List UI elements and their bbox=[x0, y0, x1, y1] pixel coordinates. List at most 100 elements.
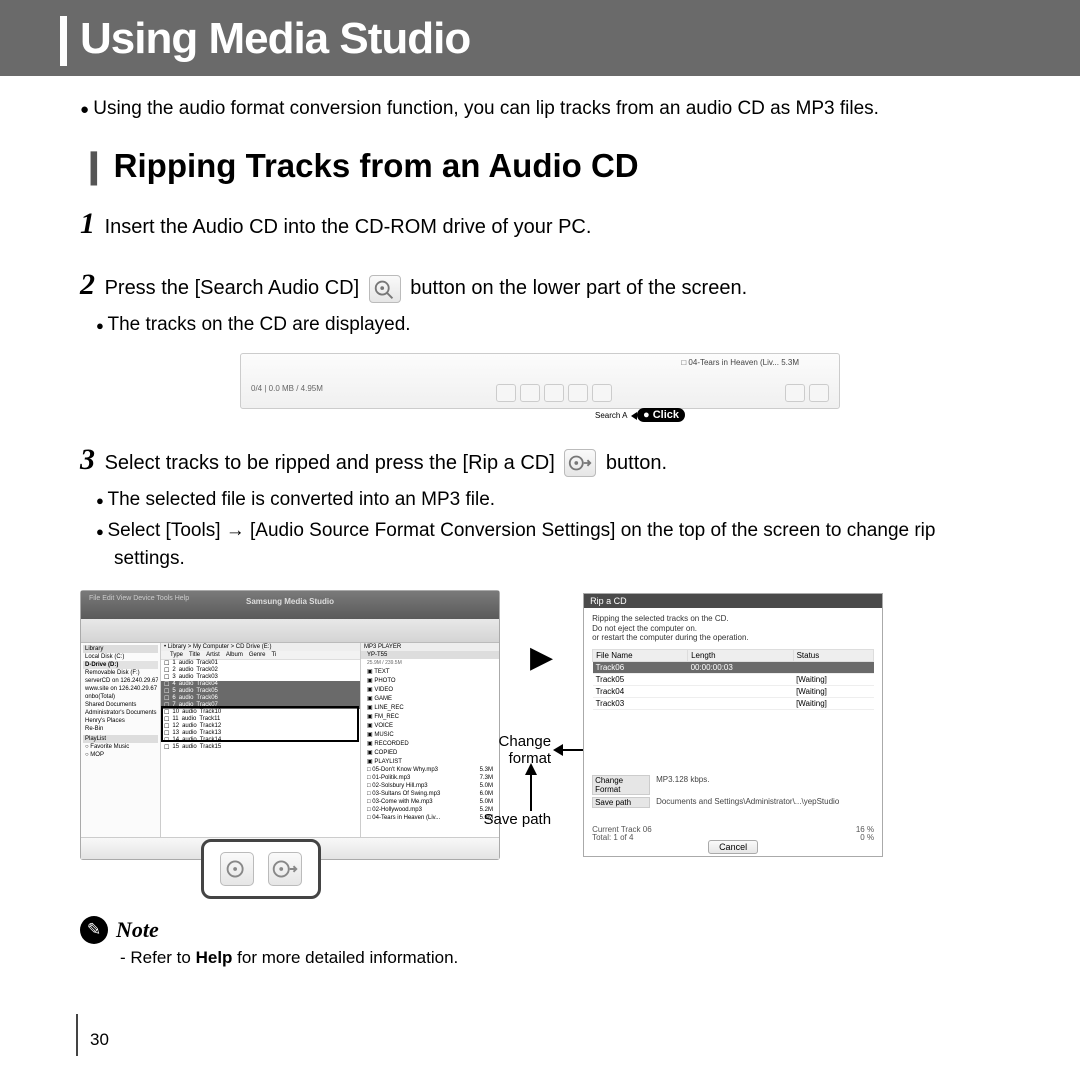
header-accent-bar bbox=[60, 16, 67, 66]
media-studio-screenshot: File Edit View Device Tools Help Samsung… bbox=[80, 590, 500, 860]
sidebar-playlist-header: PlayList bbox=[83, 735, 158, 743]
step-3-post: button. bbox=[606, 452, 667, 474]
search-audio-label: Search A bbox=[595, 411, 627, 420]
app-sidebar: Library Local Disk (C:)D-Drive (D:)Remov… bbox=[81, 643, 161, 837]
device-folder: ▣ LINE_REC bbox=[361, 703, 499, 712]
save-path-arrow-icon bbox=[519, 763, 543, 813]
device-folder: ▣ PHOTO bbox=[361, 676, 499, 685]
save-path-value: Documents and Settings\Administrator\...… bbox=[656, 797, 839, 808]
step-3-pre: Select tracks to be ripped and press the… bbox=[105, 452, 555, 474]
dialog-message: Ripping the selected tracks on the CD. D… bbox=[584, 608, 882, 645]
toolbar-left-info: 0/4 | 0.0 MB / 4.95M bbox=[251, 384, 323, 402]
section-pipe-icon: ❙ bbox=[80, 147, 108, 184]
toolbar-file-name: □ 04-Tears in Heaven (Liv... 5.3M bbox=[681, 358, 799, 367]
save-path-label: Save path bbox=[471, 811, 551, 828]
rip-row: Track03[Waiting] bbox=[593, 697, 874, 709]
chapter-header: Using Media Studio bbox=[0, 0, 1080, 76]
track-row: ☐6audioTrack06 bbox=[161, 695, 360, 702]
intro-bullet: Using the audio format conversion functi… bbox=[92, 98, 1000, 120]
device-capacity: 25.9M / 239.5M bbox=[361, 659, 499, 667]
change-format-button-label: Change Format bbox=[592, 775, 650, 795]
flow-arrow-icon: ▶ bbox=[530, 640, 553, 675]
track-row: ☐7audioTrack07 bbox=[161, 702, 360, 709]
sidebar-item: Administrator's Documents bbox=[83, 709, 158, 717]
track-row: ☐13audioTrack13 bbox=[161, 730, 360, 737]
device-folder: ▣ TEXT bbox=[361, 667, 499, 676]
change-format-value: MP3.128 kbps. bbox=[656, 775, 709, 795]
sidebar-library-header: Library bbox=[83, 645, 158, 653]
cancel-row: Cancel bbox=[584, 842, 882, 852]
toolbar-center-buttons bbox=[496, 384, 612, 402]
save-path-button-label: Save path bbox=[592, 797, 650, 808]
device-file: □ 05-Don't Know Why.mp35.3M bbox=[361, 766, 499, 774]
step-number-2: 2 bbox=[80, 268, 95, 301]
rip-options: Change Format MP3.128 kbps. Save path Do… bbox=[592, 775, 874, 810]
note-heading: ✎ Note bbox=[80, 916, 1000, 944]
app-brand: Samsung Media Studio bbox=[246, 597, 334, 606]
figures-row: File Edit View Device Tools Help Samsung… bbox=[80, 590, 1000, 860]
note-pencil-icon: ✎ bbox=[80, 916, 108, 944]
zoom-callout bbox=[201, 839, 321, 899]
step-3-bullet-1: The selected file is converted into an M… bbox=[114, 486, 1000, 514]
toolbar-right-buttons bbox=[785, 384, 829, 402]
step-2: 2 Press the [Search Audio CD] button on … bbox=[80, 262, 1000, 307]
section-heading: ❙Ripping Tracks from an Audio CD bbox=[80, 146, 1000, 185]
mini-button bbox=[592, 384, 612, 402]
rip-row: Track04[Waiting] bbox=[593, 685, 874, 697]
section-title-text: Ripping Tracks from an Audio CD bbox=[114, 147, 639, 184]
track-row: ☐10audioTrack10 bbox=[161, 709, 360, 716]
track-row: ☐1audioTrack01 bbox=[161, 660, 360, 667]
track-list-pane: • Library > My Computer > CD Drive (E:) … bbox=[161, 643, 361, 837]
track-row: ☐5audioTrack05 bbox=[161, 688, 360, 695]
rip-row: Track05[Waiting] bbox=[593, 673, 874, 685]
sidebar-item: Local Disk (C:) bbox=[83, 653, 158, 661]
search-cd-button-zoom bbox=[220, 852, 254, 886]
step-2-bullet: The tracks on the CD are displayed. bbox=[114, 311, 1000, 339]
sidebar-item: Re-Bin bbox=[83, 725, 158, 733]
step-3: 3 Select tracks to be ripped and press t… bbox=[80, 437, 1000, 482]
breadcrumb: • Library > My Computer > CD Drive (E:) bbox=[161, 643, 360, 651]
note-label: Note bbox=[116, 917, 159, 943]
mini-button bbox=[496, 384, 516, 402]
cancel-button[interactable]: Cancel bbox=[708, 840, 758, 854]
device-info: YP-T55 bbox=[361, 651, 499, 659]
step-1: 1 Insert the Audio CD into the CD-ROM dr… bbox=[80, 201, 1000, 246]
rip-row: Track0600:00:00:03 bbox=[593, 661, 874, 673]
sidebar-item: www.site on 126.240.29.67 (Z:) bbox=[83, 685, 158, 693]
step-number-1: 1 bbox=[80, 207, 95, 240]
device-folder: ▣ GAME bbox=[361, 694, 499, 703]
sidebar-item: Removable Disk (F:) bbox=[83, 669, 158, 677]
sidebar-item: onbo(Total) bbox=[83, 693, 158, 701]
track-table-header: TypeTitleArtistAlbumGenreTi bbox=[161, 651, 360, 660]
device-folder: ▣ VOICE bbox=[361, 721, 499, 730]
step-number-3: 3 bbox=[80, 443, 95, 476]
sidebar-item: Henry's Places bbox=[83, 717, 158, 725]
mini-button bbox=[520, 384, 540, 402]
rip-cd-icon bbox=[564, 449, 596, 477]
dialog-title: Rip a CD bbox=[584, 594, 882, 608]
page-number: 30 bbox=[90, 1030, 109, 1050]
track-row: ☐2audioTrack02 bbox=[161, 667, 360, 674]
track-row: ☐14audioTrack14 bbox=[161, 737, 360, 744]
mini-button bbox=[785, 384, 805, 402]
device-file: □ 03-Sultans Of Swing.mp36.0M bbox=[361, 790, 499, 798]
track-row: ☐11audioTrack11 bbox=[161, 716, 360, 723]
step-1-text: Insert the Audio CD into the CD-ROM driv… bbox=[105, 216, 592, 238]
step-2-post: button on the lower part of the screen. bbox=[410, 277, 747, 299]
page-content: Using the audio format conversion functi… bbox=[0, 76, 1080, 968]
track-row: ☐12audioTrack12 bbox=[161, 723, 360, 730]
device-file: □ 03-Come with Me.mp35.0M bbox=[361, 798, 499, 806]
track-row: ☐4audioTrack04 bbox=[161, 681, 360, 688]
rip-dialog-screenshot: Rip a CD Ripping the selected tracks on … bbox=[583, 593, 883, 857]
mini-button bbox=[568, 384, 588, 402]
sidebar-item: D-Drive (D:) bbox=[83, 661, 158, 669]
step-2-pre: Press the [Search Audio CD] bbox=[105, 277, 360, 299]
device-file: □ 01-Politik.mp37.3M bbox=[361, 774, 499, 782]
track-row: ☐15audioTrack15 bbox=[161, 744, 360, 751]
playlist-item: ○ MOP bbox=[83, 751, 158, 759]
step-3-bullet-2: Select [Tools] → [Audio Source Format Co… bbox=[114, 517, 1000, 572]
app-toolbar bbox=[81, 619, 499, 643]
device-header: MP3 PLAYER bbox=[361, 643, 499, 651]
change-format-label: Changeformat bbox=[471, 733, 551, 767]
rip-progress-table: File NameLengthStatus Track0600:00:00:03… bbox=[592, 649, 874, 710]
